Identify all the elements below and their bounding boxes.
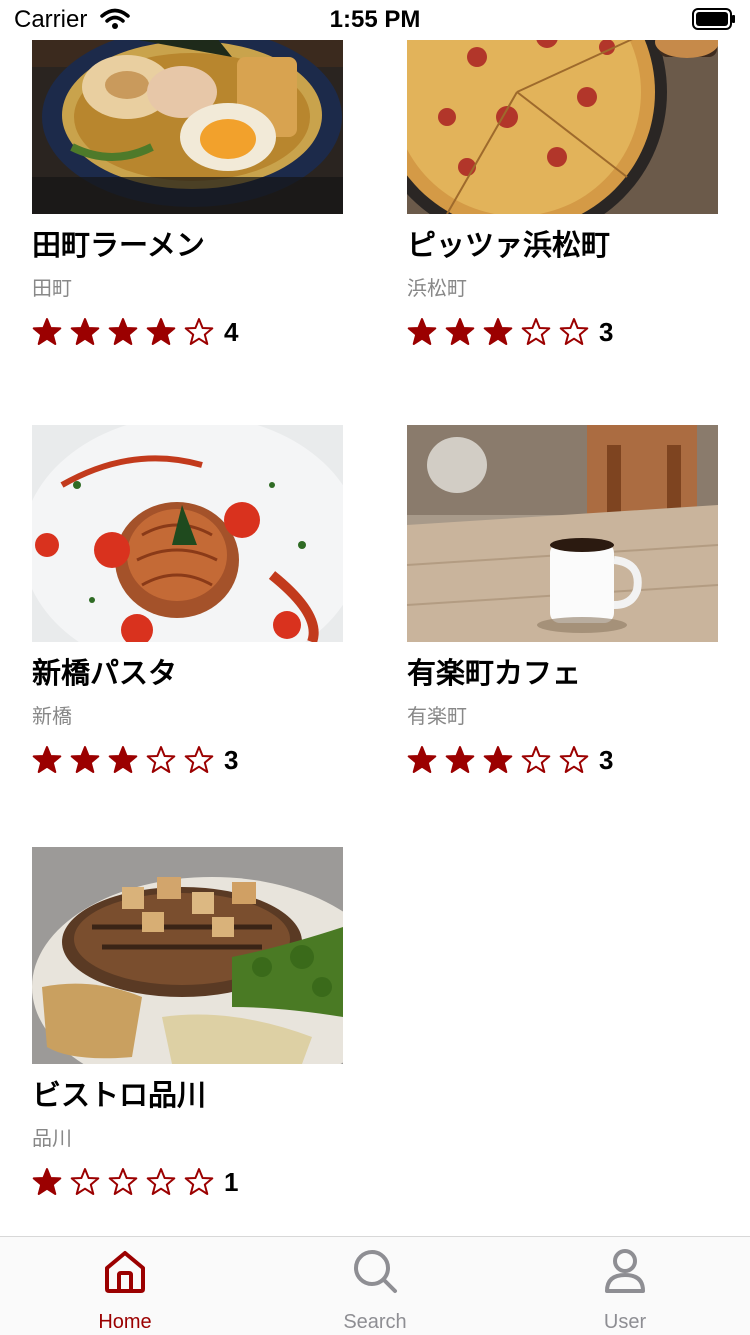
coffee-photo [407, 425, 718, 642]
star-rating: 3 [407, 744, 718, 776]
star-empty-icon [146, 1168, 176, 1195]
tab-label: Home [98, 1311, 152, 1333]
restaurant-name: 有楽町カフェ [407, 656, 582, 690]
user-icon [605, 1249, 645, 1293]
star-empty-icon [521, 746, 551, 773]
star-empty-icon [70, 1168, 100, 1195]
star-filled-icon [483, 318, 513, 345]
restaurant-card[interactable]: 田町ラーメン 田町 4 [32, 0, 343, 348]
pasta-photo [32, 425, 343, 642]
star-filled-icon [146, 318, 176, 345]
star-filled-icon [483, 746, 513, 773]
star-empty-icon [184, 746, 214, 773]
restaurant-card[interactable]: ビストロ品川 品川 1 [32, 847, 343, 1198]
status-bar: Carrier 1:55 PM [0, 0, 750, 40]
restaurant-name: 新橋パスタ [32, 656, 178, 690]
restaurant-area: 浜松町 [407, 276, 467, 300]
star-rating: 1 [32, 1166, 343, 1198]
star-empty-icon [146, 746, 176, 773]
star-filled-icon [407, 318, 437, 345]
star-filled-icon [407, 746, 437, 773]
rating-value: 1 [224, 1166, 239, 1197]
restaurant-card[interactable]: 有楽町カフェ 有楽町 3 [407, 425, 718, 776]
battery-icon [692, 8, 735, 30]
star-filled-icon [445, 318, 475, 345]
restaurant-area: 新橋 [32, 704, 72, 728]
restaurant-card[interactable]: ピッツァ浜松町 浜松町 3 [407, 0, 718, 348]
star-filled-icon [445, 746, 475, 773]
star-filled-icon [32, 746, 62, 773]
restaurant-area: 品川 [32, 1126, 72, 1150]
tab-label: User [603, 1311, 647, 1333]
star-empty-icon [108, 1168, 138, 1195]
star-rating: 4 [32, 316, 343, 348]
star-filled-icon [32, 318, 62, 345]
star-empty-icon [521, 318, 551, 345]
star-empty-icon [184, 318, 214, 345]
star-empty-icon [559, 746, 589, 773]
star-filled-icon [108, 746, 138, 773]
tab-home[interactable]: Home [0, 1237, 250, 1335]
status-time: 1:55 PM [329, 6, 421, 33]
rating-value: 3 [599, 744, 614, 775]
steak-photo [32, 847, 343, 1064]
star-rating: 3 [407, 316, 718, 348]
star-filled-icon [108, 318, 138, 345]
tab-label: Search [343, 1311, 407, 1333]
restaurant-card[interactable]: 新橋パスタ 新橋 3 [32, 425, 343, 776]
tab-bar: Home Search User [0, 1236, 750, 1335]
rating-value: 3 [224, 744, 239, 775]
restaurant-area: 有楽町 [407, 704, 467, 728]
star-filled-icon [32, 1168, 62, 1195]
restaurant-name: ピッツァ浜松町 [407, 228, 611, 262]
star-filled-icon [70, 318, 100, 345]
search-icon [354, 1250, 397, 1293]
star-filled-icon [70, 746, 100, 773]
rating-value: 4 [224, 316, 239, 347]
rating-value: 3 [599, 316, 614, 347]
star-empty-icon [184, 1168, 214, 1195]
tab-user[interactable]: User [500, 1237, 750, 1335]
home-icon [105, 1251, 145, 1293]
restaurant-area: 田町 [32, 276, 72, 300]
restaurant-name: ビストロ品川 [32, 1078, 207, 1112]
restaurant-name: 田町ラーメン [32, 228, 205, 262]
star-empty-icon [559, 318, 589, 345]
tab-search[interactable]: Search [250, 1237, 500, 1335]
restaurant-grid[interactable]: 田町ラーメン 田町 4 ピッツァ浜松町 浜松町 3 新橋パスタ 新橋 3 有楽町… [0, 0, 750, 1236]
star-rating: 3 [32, 744, 343, 776]
